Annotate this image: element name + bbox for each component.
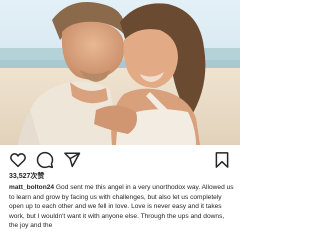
share-icon[interactable] xyxy=(63,151,81,169)
comment-icon[interactable] xyxy=(36,151,54,169)
bookmark-icon[interactable] xyxy=(213,151,231,169)
post-caption: matt_bolton24 God sent me this angel in … xyxy=(9,183,235,231)
caption-username[interactable]: matt_bolton24 xyxy=(9,184,54,191)
post-action-bar xyxy=(0,148,240,172)
likes-count[interactable]: 33,527次赞 xyxy=(9,172,44,182)
heart-icon[interactable] xyxy=(9,151,27,169)
post-photo[interactable] xyxy=(0,0,240,145)
